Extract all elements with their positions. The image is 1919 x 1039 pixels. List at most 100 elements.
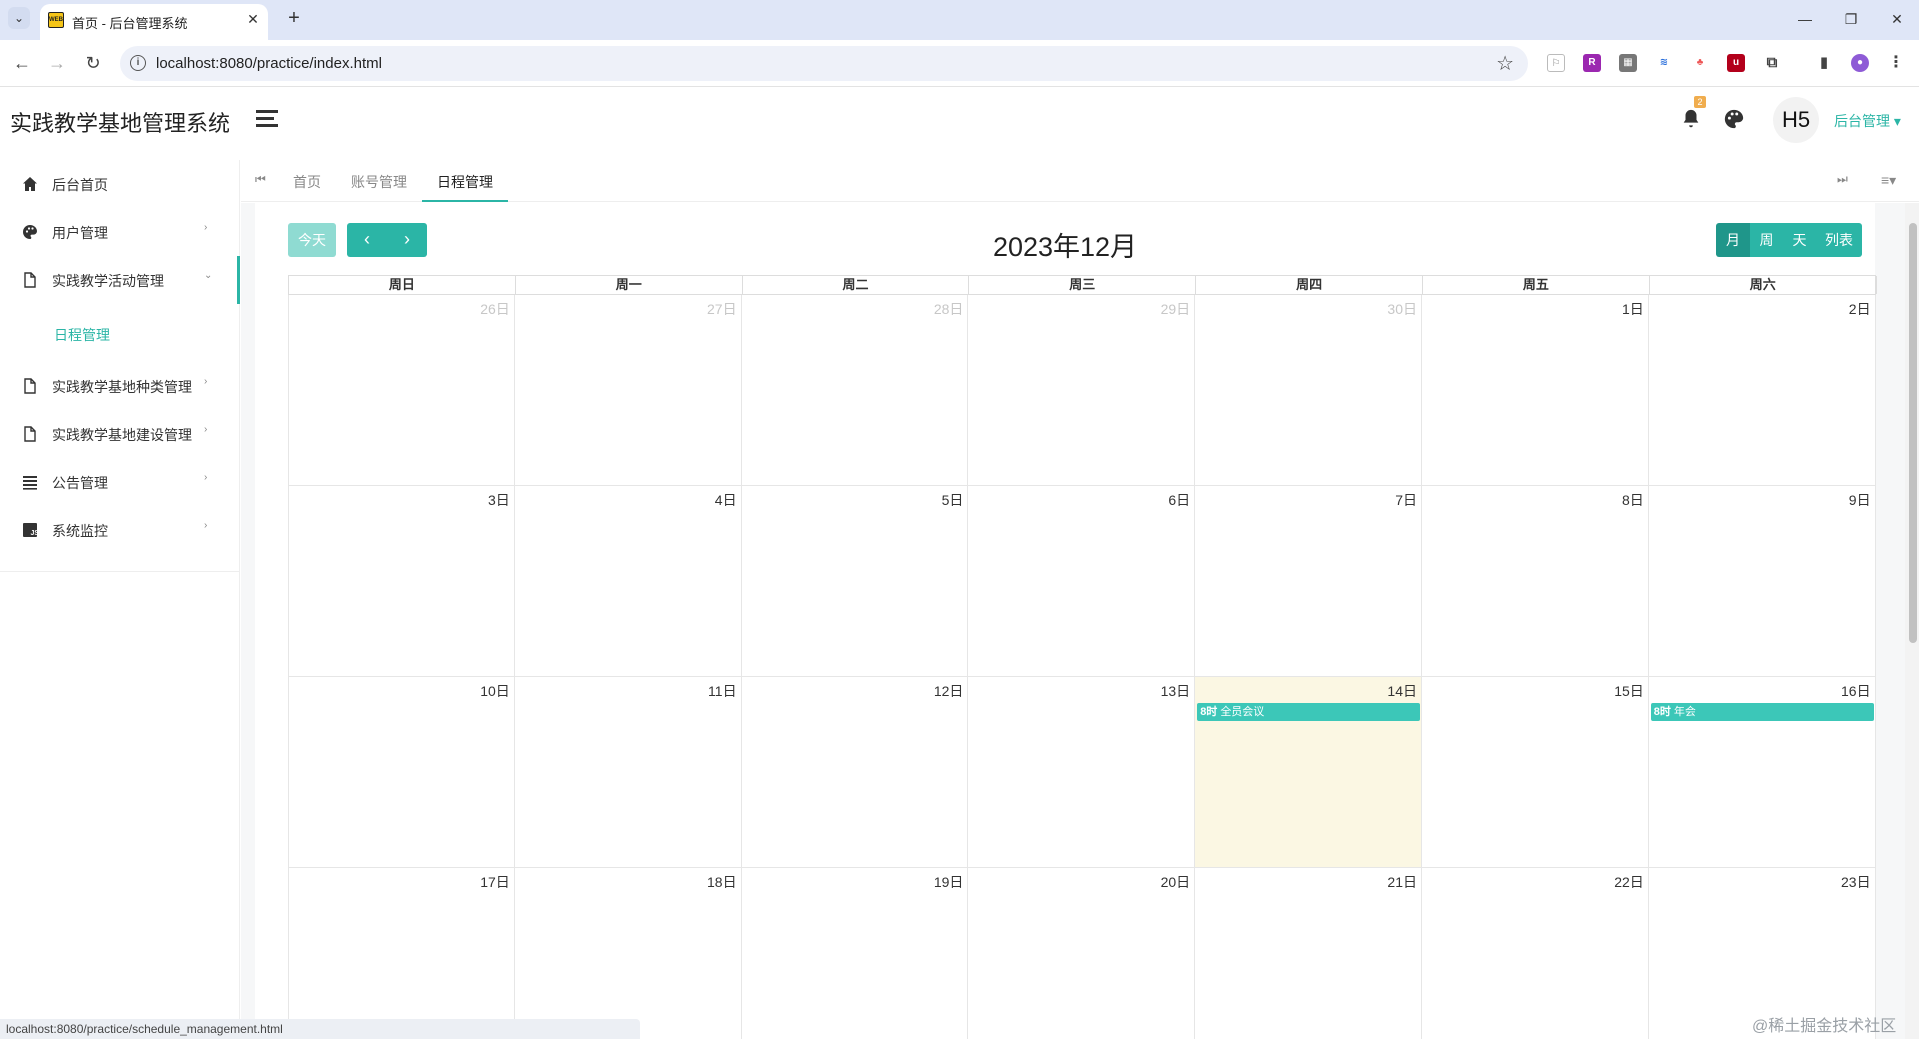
tabs-scroll-left-icon[interactable]: ⏮ xyxy=(255,172,266,187)
tab-schedule[interactable]: 日程管理 xyxy=(437,172,493,192)
scrollbar-thumb[interactable] xyxy=(1909,223,1917,643)
day-number: 1日 xyxy=(1622,301,1644,317)
site-info-icon[interactable]: i xyxy=(130,55,146,71)
day-cell[interactable]: 5日 xyxy=(741,486,969,677)
sidebar-item-label: 实践教学基地建设管理 xyxy=(52,427,192,443)
day-cell[interactable]: 7日 xyxy=(1195,486,1422,677)
reload-icon[interactable]: ↻ xyxy=(80,50,106,76)
day-cell[interactable]: 16日 8时 年会 xyxy=(1648,677,1876,868)
day-number: 28日 xyxy=(933,301,964,317)
view-day-button[interactable]: 天 xyxy=(1783,223,1816,257)
minimize-icon[interactable]: — xyxy=(1790,8,1820,30)
day-cell[interactable]: 20日 xyxy=(968,868,1196,1039)
day-cell[interactable]: 3日 xyxy=(288,486,515,677)
tab-home[interactable]: 首页 xyxy=(293,172,321,192)
day-cell[interactable]: 9日 xyxy=(1648,486,1876,677)
view-month-button[interactable]: 月 xyxy=(1716,223,1750,257)
day-number: 4日 xyxy=(714,492,737,508)
sidebar-item-label: 日程管理 xyxy=(54,327,110,343)
day-number: 19日 xyxy=(933,874,964,890)
sidebar-item-activity[interactable]: 实践教学活动管理 ⌄ xyxy=(0,256,240,304)
tabs-scroll-right-icon[interactable]: ⏭ xyxy=(1837,172,1848,187)
page-scrollbar[interactable] xyxy=(1905,203,1919,1039)
extension-icon[interactable]: R xyxy=(1583,54,1601,72)
extension-icon[interactable]: ⚐ xyxy=(1547,54,1565,72)
day-cell[interactable]: 22日 xyxy=(1422,868,1649,1039)
avatar[interactable]: H5 xyxy=(1773,97,1819,143)
app-root: 实践教学基地管理系统 2 H5 后台管理 ▾ 后台首页 用户管理 › 实践教学活… xyxy=(0,88,1919,1039)
day-cell[interactable]: 17日 xyxy=(288,868,515,1039)
day-cell[interactable]: 30日 xyxy=(1195,295,1422,486)
extension-icon[interactable]: ♣ xyxy=(1691,54,1709,72)
day-cell[interactable]: 11日 xyxy=(514,677,742,868)
new-tab-icon[interactable]: + xyxy=(282,7,306,31)
day-cell[interactable]: 15日 xyxy=(1422,677,1649,868)
tab-close-icon[interactable]: ✕ xyxy=(244,10,262,28)
svg-text:JS: JS xyxy=(31,530,39,537)
day-cell[interactable]: 12日 xyxy=(741,677,969,868)
event-title: 全员会议 xyxy=(1220,706,1265,718)
sidebar-item-home[interactable]: 后台首页 xyxy=(0,160,240,208)
sidebar-item-users[interactable]: 用户管理 › xyxy=(0,208,240,256)
day-cell[interactable]: 4日 xyxy=(514,486,742,677)
back-icon[interactable]: ← xyxy=(9,50,35,76)
calendar-event[interactable]: 8时 年会 xyxy=(1650,703,1874,721)
url-text[interactable]: localhost:8080/practice/index.html xyxy=(156,55,382,72)
tab-accounts[interactable]: 账号管理 xyxy=(351,172,407,192)
sidebar-item-base-types[interactable]: 实践教学基地种类管理 › xyxy=(0,362,240,410)
sidebar-item-label: 实践教学活动管理 xyxy=(52,273,164,289)
sidebar-divider xyxy=(0,571,240,572)
view-week-button[interactable]: 周 xyxy=(1750,223,1783,257)
ublock-icon[interactable]: u xyxy=(1727,54,1745,72)
calendar-event[interactable]: 8时 全员会议 xyxy=(1197,703,1420,721)
puzzle-icon[interactable]: ⧉ xyxy=(1763,54,1781,72)
extension-icon[interactable]: ▦ xyxy=(1619,54,1637,72)
day-cell[interactable]: 1日 xyxy=(1422,295,1649,486)
sidebar-item-base-build[interactable]: 实践教学基地建设管理 › xyxy=(0,410,240,458)
chevron-right-icon: › xyxy=(204,472,208,483)
bookmark-star-icon[interactable]: ☆ xyxy=(1496,51,1514,76)
address-bar[interactable]: i localhost:8080/practice/index.html ☆ xyxy=(120,46,1528,81)
sidebar-item-notices[interactable]: 公告管理 › xyxy=(0,458,240,506)
forward-icon[interactable]: → xyxy=(44,50,70,76)
day-number: 5日 xyxy=(941,492,964,508)
day-cell[interactable]: 14日 8时 全员会议 xyxy=(1195,677,1422,868)
restore-icon[interactable]: ❐ xyxy=(1836,8,1866,30)
sidebar-item-label: 实践教学基地种类管理 xyxy=(52,379,192,395)
day-cell[interactable]: 13日 xyxy=(968,677,1196,868)
profile-icon[interactable]: ● xyxy=(1851,54,1869,72)
sidebar-subitem-schedule[interactable]: 日程管理 xyxy=(0,310,240,358)
day-cell[interactable]: 21日 xyxy=(1195,868,1422,1039)
day-cell[interactable]: 2日 xyxy=(1648,295,1876,486)
day-cell[interactable]: 26日 xyxy=(288,295,515,486)
chevron-right-icon: › xyxy=(204,520,208,531)
sidepanel-icon[interactable]: ▮ xyxy=(1815,54,1833,72)
weekday-label: 周五 xyxy=(1423,276,1650,294)
user-menu-dropdown[interactable]: 后台管理 ▾ xyxy=(1834,111,1901,131)
day-cell[interactable]: 10日 xyxy=(288,677,515,868)
day-cell[interactable]: 19日 xyxy=(742,868,969,1039)
tabs-menu-icon[interactable]: ≡▾ xyxy=(1881,172,1896,189)
sidebar-item-label: 公告管理 xyxy=(52,475,108,491)
menu-toggle-icon[interactable] xyxy=(256,110,278,128)
day-cell[interactable]: 18日 xyxy=(515,868,742,1039)
day-number: 15日 xyxy=(1614,683,1644,699)
day-number: 2日 xyxy=(1848,301,1871,317)
day-cell[interactable]: 8日 xyxy=(1422,486,1649,677)
day-cell[interactable]: 29日 xyxy=(968,295,1196,486)
day-number: 20日 xyxy=(1160,874,1191,890)
menu-dots-icon[interactable]: ⋮ xyxy=(1887,54,1905,72)
favicon-icon: WEB xyxy=(48,12,64,28)
close-window-icon[interactable]: ✕ xyxy=(1882,8,1912,30)
browser-tab[interactable]: WEB 首页 - 后台管理系统 ✕ xyxy=(40,4,268,40)
day-number: 21日 xyxy=(1387,874,1417,890)
day-cell[interactable]: 28日 xyxy=(741,295,969,486)
palette-icon[interactable] xyxy=(1723,108,1745,130)
bell-icon[interactable] xyxy=(1680,108,1702,130)
day-cell[interactable]: 27日 xyxy=(514,295,742,486)
day-cell[interactable]: 6日 xyxy=(968,486,1196,677)
tab-search-icon[interactable]: ⌄ xyxy=(8,7,30,29)
extension-icon[interactable]: ≋ xyxy=(1655,54,1673,72)
view-list-button[interactable]: 列表 xyxy=(1816,223,1862,257)
sidebar-item-monitor[interactable]: JS 系统监控 › xyxy=(0,506,240,554)
